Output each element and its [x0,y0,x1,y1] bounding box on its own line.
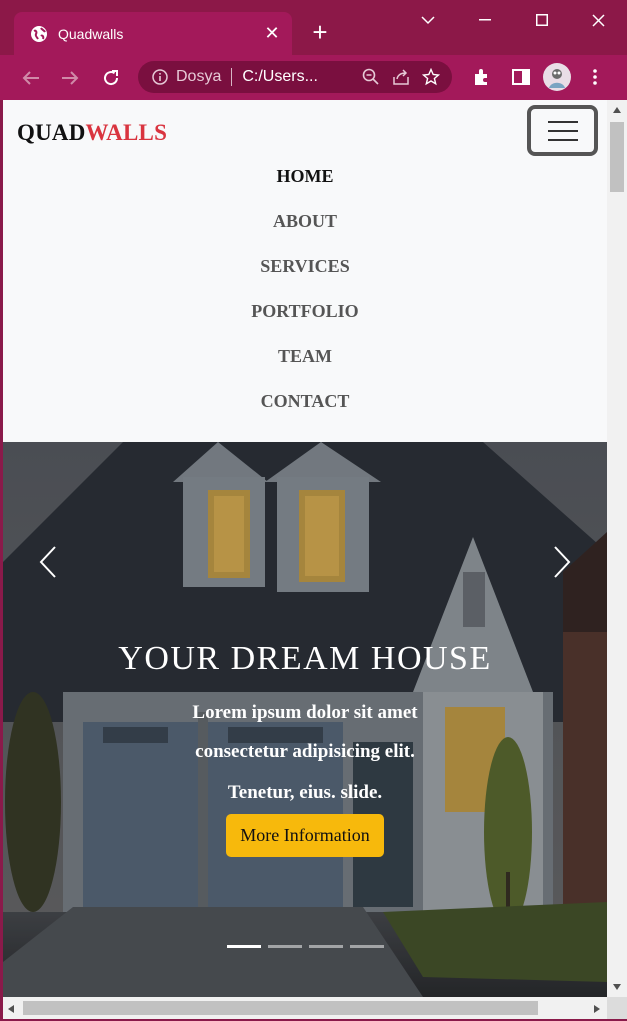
carousel-indicator[interactable] [227,945,261,948]
address-bar[interactable]: Dosya C:/Users... [138,61,452,93]
scroll-left-icon[interactable] [7,1004,15,1014]
reload-icon[interactable] [96,63,126,93]
more-information-button[interactable]: More Information [226,814,384,857]
close-window-icon[interactable] [570,0,627,40]
globe-icon [31,25,47,42]
chevron-left-icon [39,546,56,578]
nav-team[interactable]: TEAM [3,334,607,379]
avatar[interactable] [542,62,572,92]
star-icon[interactable] [416,62,446,92]
carousel-indicators [227,945,384,948]
browser-tab[interactable]: Quadwalls ✕ [14,12,292,55]
nav-portfolio[interactable]: PORTFOLIO [3,289,607,334]
carousel-indicator[interactable] [350,945,384,948]
nav-contact[interactable]: CONTACT [3,379,607,424]
nav-home[interactable]: HOME [3,154,607,199]
carousel-next-button[interactable] [547,542,577,582]
page-viewport: QUADWALLS HOME ABOUT SERVICES PORTFOLIO … [3,100,607,997]
share-icon[interactable] [386,62,416,92]
url-text[interactable]: C:/Users... [242,68,356,86]
nav-about[interactable]: ABOUT [3,199,607,244]
chevron-down-icon[interactable] [399,0,456,40]
hero-line-1: Lorem ipsum dolor sit amet [192,702,418,723]
scroll-right-icon[interactable] [593,1004,601,1014]
carousel-indicator[interactable] [309,945,343,948]
tab-title: Quadwalls [58,25,124,42]
horizontal-scrollbar[interactable] [3,997,607,1019]
nav-services[interactable]: SERVICES [3,244,607,289]
new-tab-button[interactable]: + [306,18,334,46]
sidepanel-icon[interactable] [506,62,536,92]
zoom-icon[interactable] [356,62,386,92]
horizontal-scroll-thumb[interactable] [23,1001,538,1015]
scroll-up-icon[interactable] [612,106,622,114]
vertical-scroll-thumb[interactable] [610,122,624,192]
site-logo[interactable]: QUADWALLS [17,120,167,146]
window-controls [399,0,627,40]
minimize-icon[interactable] [456,0,513,40]
brand-part-2: WALLS [85,120,168,145]
hero-carousel: YOUR DREAM HOUSE Lorem ipsum dolor sit a… [3,442,607,997]
menu-toggle-button[interactable] [527,105,598,156]
maximize-icon[interactable] [513,0,570,40]
info-icon[interactable] [152,69,168,85]
omnibox-divider [231,68,233,86]
hamburger-line [547,129,578,132]
extensions-icon[interactable] [466,62,496,92]
chevron-right-icon [554,546,571,578]
forward-icon[interactable] [55,63,85,93]
hero-line-2: consectetur adipisicing elit. [195,741,415,762]
carousel-prev-button[interactable] [33,542,63,582]
main-nav: HOME ABOUT SERVICES PORTFOLIO TEAM CONTA… [3,154,607,424]
hamburger-line [547,138,578,141]
carousel-indicator[interactable] [268,945,302,948]
browser-titlebar: Quadwalls ✕ + [0,0,627,55]
scrollbar-corner [607,997,627,1019]
scroll-down-icon[interactable] [612,983,622,991]
hero-line-3: Tenetur, eius. slide. [227,782,383,803]
toolbar-actions [466,61,610,93]
hero-title: YOUR DREAM HOUSE [118,640,492,677]
back-icon[interactable] [16,63,46,93]
more-menu-icon[interactable] [580,62,610,92]
close-tab-icon[interactable]: ✕ [262,23,282,44]
hamburger-line [547,120,578,123]
brand-part-1: QUAD [17,120,86,145]
site-label: Dosya [176,68,222,85]
vertical-scrollbar[interactable] [607,100,627,997]
